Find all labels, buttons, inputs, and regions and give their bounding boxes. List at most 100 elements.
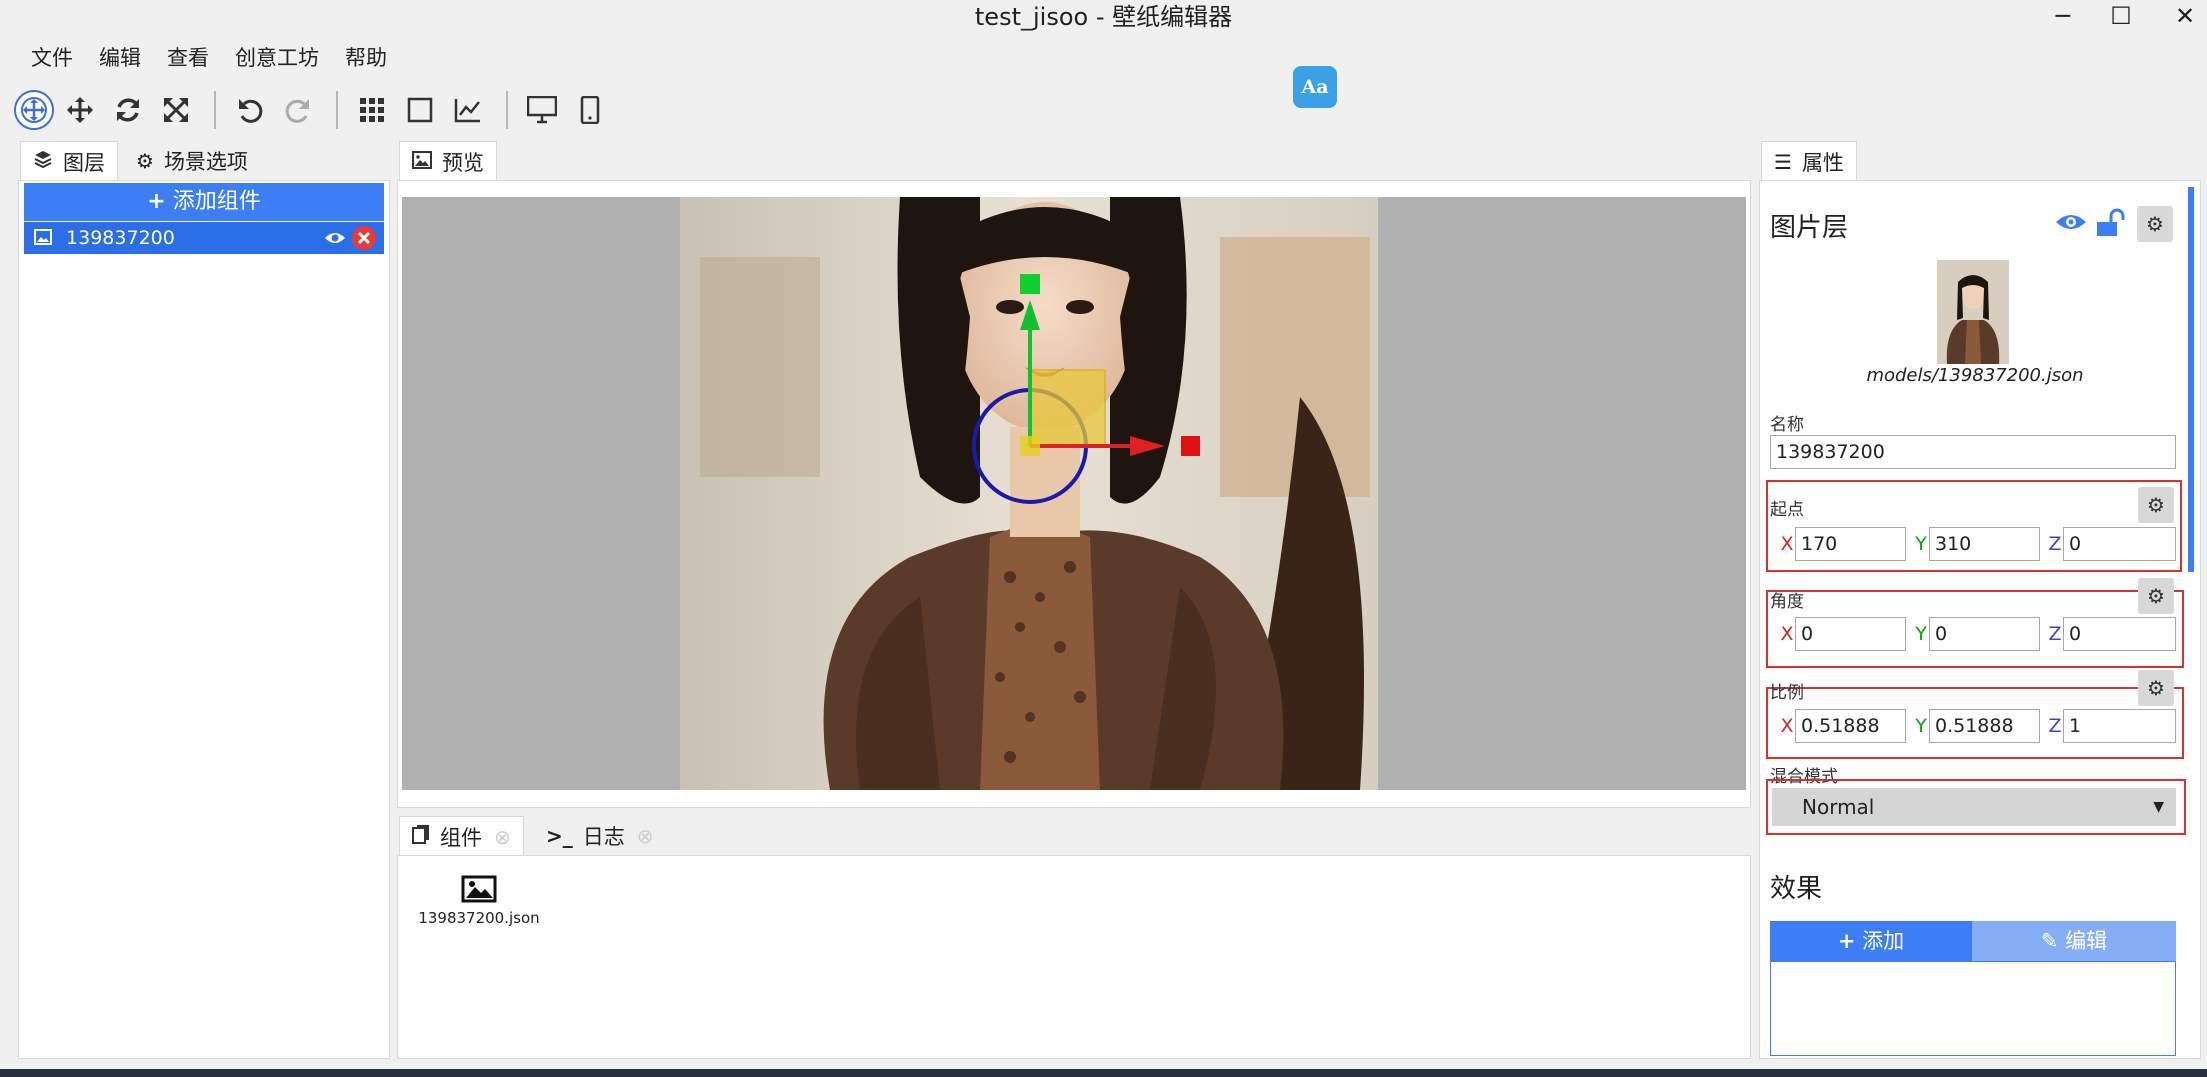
tab-properties[interactable]: ☰ 属性 <box>1761 141 1857 181</box>
properties-scrollbar[interactable] <box>2188 187 2194 572</box>
move-icon[interactable] <box>58 88 102 132</box>
delete-layer-icon[interactable] <box>352 226 376 250</box>
toolbar-separator <box>336 91 338 129</box>
effects-edit-button[interactable]: ✎ 编辑 <box>1972 921 2176 961</box>
tab-preview-label: 预览 <box>442 150 484 175</box>
eye-icon[interactable] <box>324 222 346 264</box>
tab-components[interactable]: 组件 ⊗ <box>399 816 524 856</box>
effects-title: 效果 <box>1770 874 1823 904</box>
title-bar: test_jisoo - 壁纸编辑器 ─ ☐ ✕ <box>0 0 2207 36</box>
angle-label: 角度 <box>1770 592 1804 612</box>
phone-icon[interactable] <box>568 88 612 132</box>
scale-icon[interactable] <box>154 88 198 132</box>
scale-x-field[interactable]: 0.51888 <box>1795 709 1906 743</box>
square-icon[interactable] <box>398 88 442 132</box>
effects-list[interactable] <box>1770 961 2176 1056</box>
scale-gear-icon[interactable]: ⚙ <box>2138 670 2174 706</box>
origin-y-field[interactable]: 310 <box>1929 527 2040 561</box>
menu-bar: 文件 编辑 查看 创意工坊 帮助 <box>18 40 400 76</box>
image-file-icon <box>416 875 542 905</box>
axis-z-label: Z <box>2048 715 2062 737</box>
close-button[interactable]: ✕ <box>2155 0 2207 34</box>
effects-add-label: 添加 <box>1862 929 1905 953</box>
tab-scene-options[interactable]: ⚙ 场景选项 <box>124 141 260 181</box>
menu-edit[interactable]: 编辑 <box>86 40 154 76</box>
effects-edit-label: 编辑 <box>2065 929 2108 953</box>
menu-help[interactable]: 帮助 <box>332 40 400 76</box>
toolbar-separator <box>506 91 508 129</box>
add-component-button[interactable]: + 添加组件 <box>24 183 384 221</box>
menu-view[interactable]: 查看 <box>154 40 222 76</box>
angle-gear-icon[interactable]: ⚙ <box>2138 578 2174 614</box>
axis-y-label: Y <box>1915 533 1927 555</box>
scale-y-field[interactable]: 0.51888 <box>1929 709 2040 743</box>
scale-z-field[interactable]: 1 <box>2063 709 2176 743</box>
axis-z-label: Z <box>2048 533 2062 555</box>
blend-mode-value: Normal <box>1802 795 1875 819</box>
angle-y-field[interactable]: 0 <box>1929 617 2040 651</box>
redo-icon[interactable] <box>276 88 320 132</box>
chart-icon[interactable] <box>446 88 490 132</box>
undo-icon[interactable] <box>228 88 272 132</box>
axis-y-label: Y <box>1915 715 1927 737</box>
tab-properties-label: 属性 <box>1801 150 1844 175</box>
axis-z-label: Z <box>2048 623 2062 645</box>
image-icon <box>412 150 432 174</box>
axis-y-label: Y <box>1915 623 1927 645</box>
layer-name: 139837200 <box>66 227 175 249</box>
tab-layers[interactable]: 图层 <box>20 141 118 181</box>
tab-scene-options-label: 场景选项 <box>163 150 248 174</box>
visibility-eye-icon[interactable] <box>2055 210 2087 238</box>
gizmo-select-icon[interactable] <box>14 90 54 130</box>
origin-gear-icon[interactable]: ⚙ <box>2138 487 2174 523</box>
tab-preview[interactable]: 预览 <box>399 141 497 181</box>
toolbar <box>14 88 616 132</box>
taskbar <box>0 1069 2207 1077</box>
files-icon <box>412 824 430 849</box>
edit-icon: ✎ <box>2040 929 2059 953</box>
grid-icon[interactable] <box>350 88 394 132</box>
tab-log-label: 日志 <box>582 825 625 849</box>
effects-add-button[interactable]: + 添加 <box>1770 921 1972 961</box>
rotate-icon[interactable] <box>106 88 150 132</box>
terminal-icon: >_ <box>546 824 573 848</box>
thumbnail-image[interactable] <box>1937 260 2009 364</box>
font-badge-icon[interactable]: Aa <box>1293 66 1337 108</box>
tab-log[interactable]: >_ 日志 ⊗ <box>534 816 666 856</box>
menu-workshop[interactable]: 创意工坊 <box>222 40 332 76</box>
layers-icon <box>33 149 53 174</box>
toolbar-separator <box>214 91 216 129</box>
origin-z-field[interactable]: 0 <box>2063 527 2176 561</box>
blend-mode-select[interactable]: Normal ▼ <box>1772 788 2176 826</box>
layer-settings-gear-icon[interactable]: ⚙ <box>2137 206 2173 242</box>
layer-type-title: 图片层 <box>1770 213 1849 243</box>
axis-x-label: X <box>1780 623 1794 645</box>
plus-icon: + <box>1837 929 1856 953</box>
axis-x-label: X <box>1780 715 1794 737</box>
angle-x-field[interactable]: 0 <box>1795 617 1906 651</box>
plus-icon: + <box>147 189 166 214</box>
close-tab-icon[interactable]: ⊗ <box>637 824 654 848</box>
name-label: 名称 <box>1770 415 1804 435</box>
layers-panel <box>18 180 390 1059</box>
minimize-button[interactable]: ─ <box>2033 0 2093 34</box>
caret-down-icon: ▼ <box>2153 799 2164 815</box>
angle-z-field[interactable]: 0 <box>2063 617 2176 651</box>
desktop-icon[interactable] <box>520 88 564 132</box>
file-item[interactable]: 139837200.json <box>416 875 542 927</box>
name-field[interactable]: 139837200 <box>1770 435 2176 469</box>
origin-x-field[interactable]: 170 <box>1795 527 1906 561</box>
layer-row[interactable]: 139837200 <box>24 222 384 254</box>
add-component-label: 添加组件 <box>172 189 261 214</box>
components-panel <box>397 855 1751 1059</box>
close-tab-icon[interactable]: ⊗ <box>494 825 511 849</box>
list-icon: ☰ <box>1774 149 1792 174</box>
gear-icon: ⚙ <box>136 149 154 173</box>
maximize-button[interactable]: ☐ <box>2091 0 2151 34</box>
transform-gizmo[interactable] <box>940 270 1201 530</box>
unlock-icon[interactable] <box>2095 208 2125 242</box>
window-title: test_jisoo - 壁纸编辑器 <box>974 3 1233 31</box>
menu-file[interactable]: 文件 <box>18 40 86 76</box>
origin-label: 起点 <box>1770 500 1804 520</box>
tab-layers-label: 图层 <box>63 150 105 175</box>
